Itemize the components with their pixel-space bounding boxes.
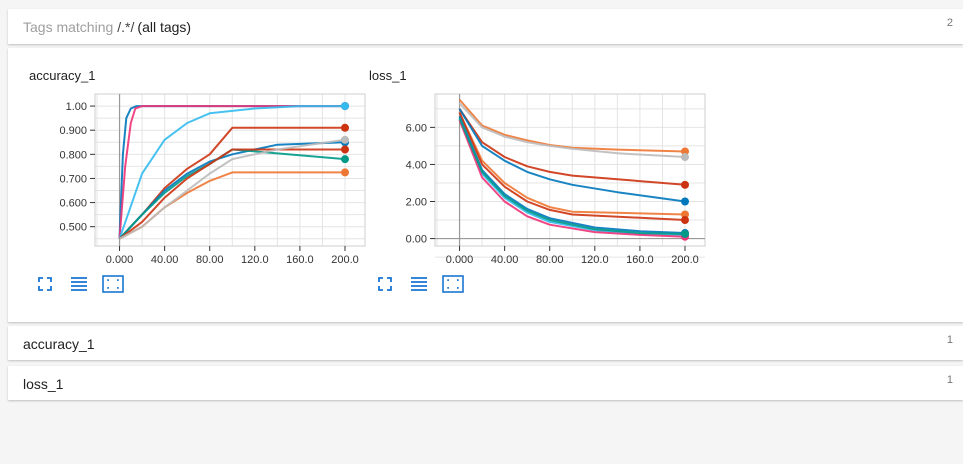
- y-tick-label: 0.800: [59, 149, 87, 161]
- loss-chart[interactable]: 0.000 40.00 80.00 120.0 160.0 200.0 0.00 2.00 4.…: [348, 86, 706, 271]
- x-tick-label: 160.0: [626, 254, 654, 266]
- y-tick-label: 0.900: [59, 125, 87, 137]
- chart-actions: [33, 272, 125, 296]
- tag-group-title: loss_1: [23, 375, 64, 392]
- x-tick-label: 80.00: [536, 254, 564, 266]
- y-tick-label: 4.00: [406, 159, 427, 171]
- x-tick-label: 200.0: [671, 254, 699, 266]
- chart-grid: [95, 93, 365, 246]
- y-tick-label: 0.500: [59, 222, 87, 234]
- tag-group-header[interactable]: Tags matching /.*/ (all tags) 2: [8, 9, 963, 44]
- chart-title: loss_1: [369, 68, 407, 83]
- tag-group-all: Tags matching /.*/ (all tags) 2: [8, 9, 963, 44]
- fullscreen-icon[interactable]: [373, 272, 397, 296]
- x-tick-label: 120.0: [581, 254, 609, 266]
- toggle-log-scale-icon[interactable]: [407, 272, 431, 296]
- x-tick-label: 160.0: [286, 254, 314, 266]
- series-end-point: [681, 153, 689, 162]
- series-group: [118, 102, 349, 240]
- plot-frame: [94, 93, 366, 247]
- y-tick-label: 0.700: [59, 173, 87, 185]
- fit-domain-icon[interactable]: [441, 272, 465, 296]
- series-end-point: [681, 216, 689, 225]
- tag-filter-prefix: Tags matching: [23, 18, 114, 35]
- tag-group-accuracy[interactable]: accuracy_1 1: [8, 326, 963, 360]
- toggle-log-scale-icon[interactable]: [67, 272, 91, 296]
- tag-group-count: 1: [946, 374, 953, 386]
- tag-group-header[interactable]: loss_1 1: [8, 366, 963, 401]
- series-end-point: [681, 197, 689, 206]
- series-end-point: [681, 229, 689, 238]
- fullscreen-icon[interactable]: [33, 272, 57, 296]
- chart-card-accuracy: accuracy_1 0.000 40.00 80.00 120.0 160.0 200.…: [8, 66, 366, 306]
- x-tick-label: 40.00: [491, 254, 519, 266]
- y-tick-label: 1.00: [66, 101, 87, 113]
- tag-group-title: accuracy_1: [23, 335, 95, 352]
- accuracy-chart[interactable]: 0.000 40.00 80.00 120.0 160.0 200.00.5000.600…: [8, 86, 366, 271]
- x-tick-label: 120.0: [241, 254, 269, 266]
- fit-domain-icon[interactable]: [101, 272, 125, 296]
- x-tick-label: 0.000: [106, 254, 134, 266]
- tag-filter-regex: /.*/: [117, 18, 135, 35]
- y-tick-label: 6.00: [406, 122, 427, 134]
- chart-pane: accuracy_1 0.000 40.00 80.00 120.0 160.0 200.…: [8, 48, 963, 322]
- chart-card-loss: loss_1 0.000 40.00 80.00 120.0 160.0 200.0 0.0…: [348, 66, 706, 306]
- series-end-point: [681, 180, 689, 189]
- chart-actions: [373, 272, 465, 296]
- tag-filter-suffix: (all tags): [137, 18, 192, 35]
- y-tick-label: 0.00: [406, 234, 427, 246]
- tag-group-count: 1: [946, 334, 953, 346]
- x-tick-label: 40.00: [151, 254, 179, 266]
- tag-group-loss[interactable]: loss_1 1: [8, 366, 963, 400]
- x-tick-label: 80.00: [196, 254, 224, 266]
- y-tick-label: 0.600: [59, 198, 87, 210]
- tag-group-header[interactable]: accuracy_1 1: [8, 326, 963, 361]
- chart-title: accuracy_1: [29, 68, 96, 83]
- tag-group-count: 2: [946, 17, 953, 29]
- y-tick-label: 2.00: [406, 197, 427, 209]
- x-tick-label: 0.000: [446, 254, 474, 266]
